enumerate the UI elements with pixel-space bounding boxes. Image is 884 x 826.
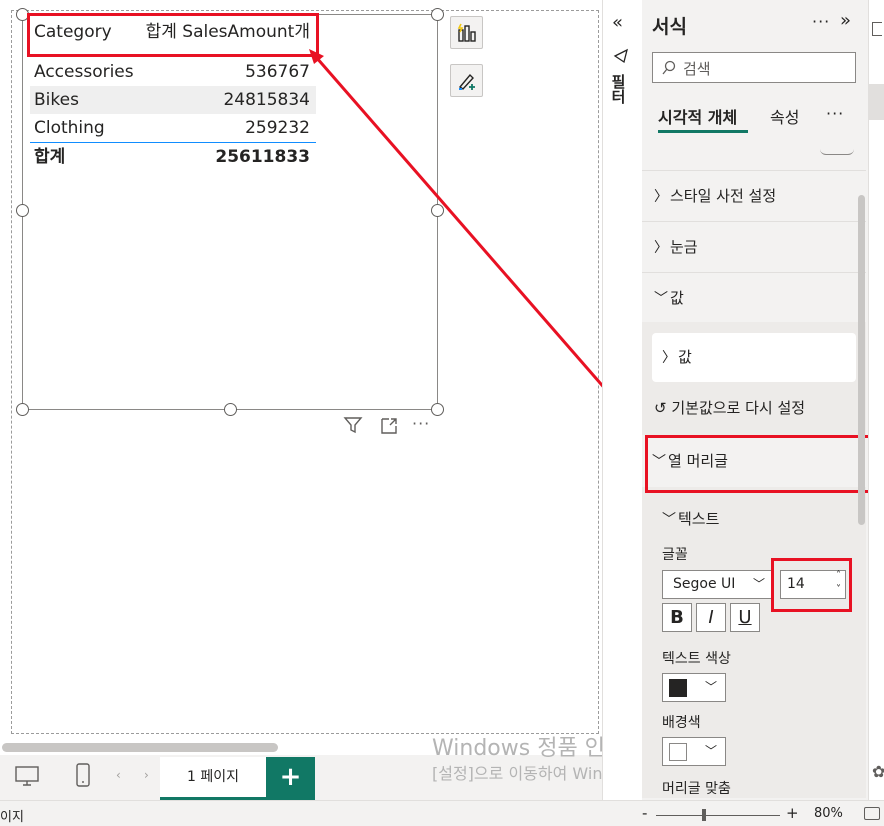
section-label: 값 bbox=[670, 289, 684, 307]
tab-visual[interactable]: 시각적 개체 bbox=[658, 104, 737, 128]
column-headers-highlight-box bbox=[645, 435, 879, 493]
page-tab-1[interactable]: 1 페이지 bbox=[160, 757, 266, 800]
section-style-presets[interactable]: 〉 스타일 사전 설정 bbox=[642, 170, 866, 220]
zoom-out-button[interactable]: - bbox=[642, 804, 647, 822]
zoom-level: 80% bbox=[814, 806, 843, 821]
section-label: 눈금 bbox=[670, 238, 698, 256]
section-values[interactable]: ﹀ 값 bbox=[642, 272, 866, 322]
status-bar bbox=[0, 800, 884, 826]
chevron-right-icon: 〉 bbox=[654, 189, 668, 205]
text-color-picker[interactable]: ﹀ bbox=[662, 673, 726, 702]
filters-funnel-icon bbox=[613, 48, 629, 68]
filters-pane-collapsed[interactable] bbox=[602, 0, 643, 800]
status-page-label: 이지 bbox=[0, 810, 24, 825]
reset-to-default-link[interactable]: ↺ 기본값으로 다시 설정 bbox=[654, 397, 805, 418]
font-family-dropdown[interactable]: Segoe UI ﹀ bbox=[662, 570, 772, 599]
zoom-slider-thumb[interactable] bbox=[702, 809, 706, 821]
fit-to-page-icon[interactable] bbox=[864, 807, 880, 820]
tab-general[interactable]: 속성 bbox=[770, 104, 799, 128]
windows-activation-title: Windows 정품 인증 bbox=[432, 736, 626, 761]
font-family-value: Segoe UI bbox=[673, 576, 736, 592]
prev-page-icon[interactable]: ‹ bbox=[116, 768, 121, 782]
desktop-layout-icon[interactable] bbox=[14, 765, 40, 791]
add-page-button[interactable]: + bbox=[266, 757, 315, 800]
reset-label: 기본값으로 다시 설정 bbox=[671, 399, 806, 417]
zoom-in-button[interactable]: + bbox=[786, 804, 799, 822]
collapsed-card-edge bbox=[820, 146, 854, 155]
search-icon bbox=[662, 60, 676, 75]
bg-color-label: 배경색 bbox=[662, 715, 701, 731]
collapse-pane-icon[interactable]: » bbox=[840, 10, 851, 31]
font-label: 글꼴 bbox=[662, 547, 688, 563]
chevron-down-icon: ﹀ bbox=[752, 577, 765, 591]
zoom-slider-track[interactable] bbox=[656, 815, 780, 816]
format-pane-title: 서식 bbox=[652, 16, 687, 38]
format-pane-scrollbar[interactable] bbox=[858, 195, 865, 525]
underline-button[interactable]: U bbox=[730, 603, 760, 632]
pane-more-icon[interactable]: ··· bbox=[812, 12, 830, 31]
subsection-label: 값 bbox=[678, 348, 692, 366]
next-page-icon[interactable]: › bbox=[144, 768, 149, 782]
tab-more[interactable]: ··· bbox=[826, 104, 844, 123]
section-label: 스타일 사전 설정 bbox=[670, 187, 777, 205]
mobile-layout-icon[interactable] bbox=[74, 762, 92, 792]
visualizations-pane-tab[interactable] bbox=[868, 84, 884, 120]
reset-icon: ↺ bbox=[654, 399, 667, 417]
text-label: 텍스트 bbox=[678, 510, 720, 528]
chevron-right-icon: 〉 bbox=[654, 240, 668, 256]
search-box[interactable]: 검색 bbox=[652, 52, 856, 83]
chevron-down-icon: ﹀ bbox=[662, 512, 676, 528]
italic-button[interactable]: I bbox=[696, 603, 726, 632]
filters-label[interactable]: 필터 bbox=[609, 74, 629, 104]
search-placeholder: 검색 bbox=[683, 60, 711, 78]
text-color-swatch bbox=[669, 679, 687, 697]
text-color-label: 텍스트 색상 bbox=[662, 651, 731, 667]
values-subsection-card[interactable]: 〉 값 bbox=[652, 333, 856, 382]
chevron-down-icon: ﹀ bbox=[705, 680, 718, 694]
collapse-filters-icon[interactable]: « bbox=[612, 12, 623, 33]
chevron-down-icon: ﹀ bbox=[654, 291, 668, 307]
font-size-highlight-box bbox=[771, 558, 852, 612]
bg-color-picker[interactable]: ﹀ bbox=[662, 737, 726, 766]
collapsed-right-pane bbox=[868, 0, 884, 800]
bold-button[interactable]: B bbox=[662, 603, 692, 632]
section-grid[interactable]: 〉 눈금 bbox=[642, 221, 866, 271]
text-card-header[interactable]: ﹀ 텍스트 bbox=[662, 508, 719, 529]
data-pane-icon[interactable] bbox=[872, 22, 882, 36]
chevron-down-icon: ﹀ bbox=[705, 744, 718, 758]
bg-color-swatch bbox=[669, 743, 687, 761]
header-align-label: 머리글 맞춤 bbox=[662, 781, 731, 797]
tab-visual-underline bbox=[658, 130, 748, 133]
chevron-right-icon: 〉 bbox=[662, 350, 676, 366]
settings-gear-icon[interactable]: ✿ bbox=[872, 762, 884, 781]
